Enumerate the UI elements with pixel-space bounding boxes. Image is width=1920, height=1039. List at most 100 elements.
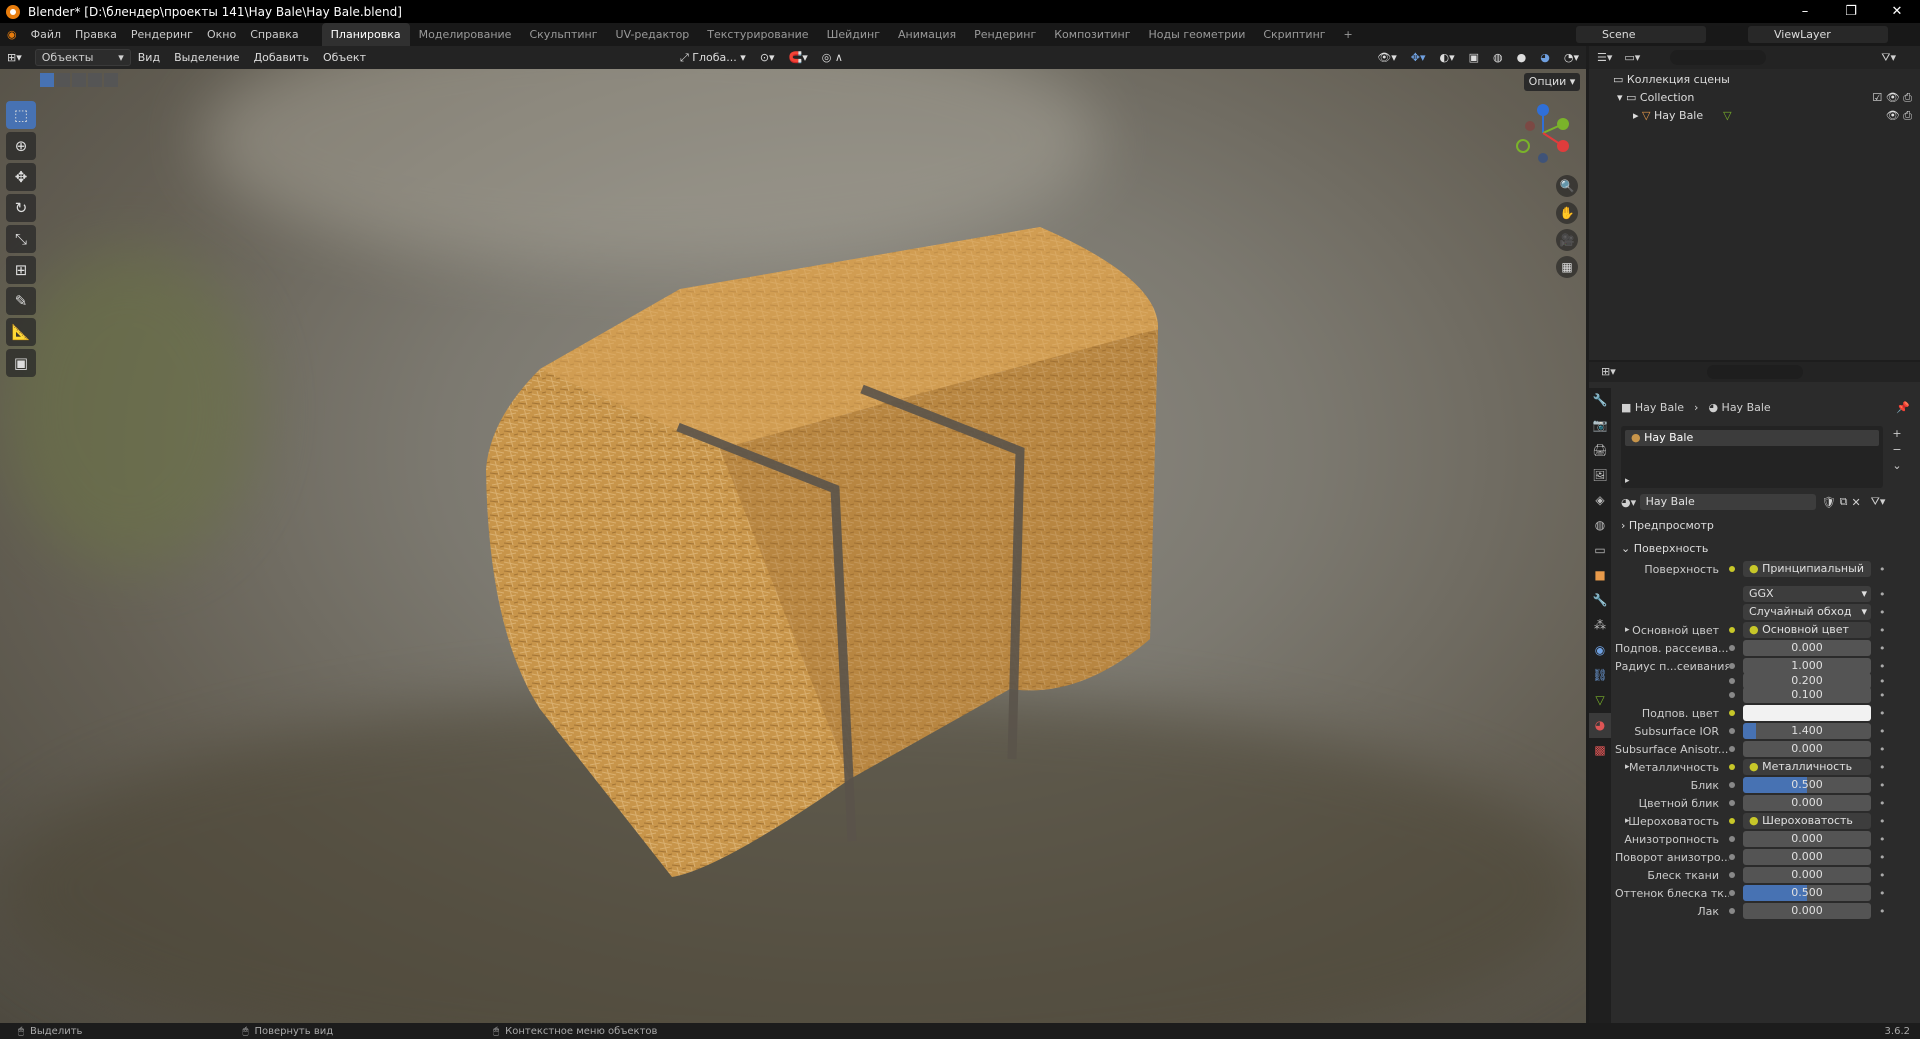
options-dropdown[interactable]: Опции ▾: [1524, 73, 1580, 91]
preview-panel-header[interactable]: › Предпросмотр: [1621, 516, 1920, 536]
keyframe-dot-icon[interactable]: •: [1879, 815, 1886, 828]
shading-material-icon[interactable]: ◕: [1533, 51, 1557, 64]
xray-icon[interactable]: ▣: [1462, 51, 1486, 64]
socket-icon[interactable]: [1729, 836, 1735, 842]
keyframe-dot-icon[interactable]: •: [1879, 743, 1886, 756]
properties-editor-icon[interactable]: ⊞▾: [1601, 365, 1616, 378]
select-dropdown[interactable]: GGX ▾: [1743, 586, 1871, 602]
number-slider[interactable]: 0.000: [1743, 831, 1871, 847]
keyframe-dot-icon[interactable]: •: [1879, 779, 1886, 792]
measure-tool-icon[interactable]: 📐: [6, 318, 36, 346]
move-tool-icon[interactable]: ✥: [6, 163, 36, 191]
tab-texture-paint[interactable]: Текстурирование: [698, 23, 817, 46]
menu-add[interactable]: Добавить: [247, 51, 316, 64]
filter-icon[interactable]: ⛛▾: [1881, 51, 1896, 65]
tab-uv-editing[interactable]: UV-редактор: [607, 23, 699, 46]
keyframe-dot-icon[interactable]: •: [1879, 851, 1886, 864]
duplicate-material-icon[interactable]: ⧉: [1840, 495, 1848, 509]
close-button[interactable]: ✕: [1874, 0, 1920, 23]
add-cube-tool-icon[interactable]: ▣: [6, 349, 36, 377]
scene-selector[interactable]: Scene: [1576, 26, 1706, 43]
socket-icon[interactable]: [1729, 818, 1735, 824]
editor-type-icon[interactable]: ⊞▾: [0, 51, 29, 64]
menu-file[interactable]: Файл: [24, 23, 68, 46]
texture-tab-icon[interactable]: ▩: [1589, 738, 1611, 763]
remove-slot-icon[interactable]: −: [1887, 442, 1907, 458]
overlay-icon[interactable]: ◐▾: [1433, 51, 1462, 64]
number-slider[interactable]: 0.000: [1743, 849, 1871, 865]
outliner-row-scene-collection[interactable]: ▭ Коллекция сцены: [1589, 71, 1920, 89]
socket-icon[interactable]: [1729, 692, 1735, 698]
tab-sculpting[interactable]: Скульптинг: [520, 23, 606, 46]
keyframe-dot-icon[interactable]: •: [1879, 660, 1886, 673]
constraints-tab-icon[interactable]: ⛓: [1589, 663, 1611, 688]
world-tab-icon[interactable]: ◍: [1589, 513, 1611, 538]
rotate-tool-icon[interactable]: ↻: [6, 194, 36, 222]
modifier-tab-icon[interactable]: 🔧: [1589, 588, 1611, 613]
select-box-tool-icon[interactable]: ⬚: [6, 101, 36, 129]
view-layer-tab-icon[interactable]: 🖼: [1589, 463, 1611, 488]
display-mode-icon[interactable]: ▭▾: [1624, 51, 1640, 64]
tab-layout[interactable]: Планировка: [321, 23, 410, 46]
socket-icon[interactable]: [1729, 890, 1735, 896]
minimize-button[interactable]: –: [1782, 0, 1828, 23]
render-tab-icon[interactable]: 📷: [1589, 413, 1611, 438]
select-new-icon[interactable]: [40, 73, 54, 87]
menu-render[interactable]: Рендеринг: [124, 23, 200, 46]
menu-edit[interactable]: Правка: [68, 23, 124, 46]
tab-geometry-nodes[interactable]: Ноды геометрии: [1140, 23, 1255, 46]
keyframe-dot-icon[interactable]: •: [1879, 606, 1886, 619]
socket-icon[interactable]: [1729, 854, 1735, 860]
keyframe-dot-icon[interactable]: •: [1879, 725, 1886, 738]
view-layer-selector[interactable]: ViewLayer: [1748, 26, 1888, 43]
cursor-tool-icon[interactable]: ⊕: [6, 132, 36, 160]
tab-scripting[interactable]: Скриптинг: [1254, 23, 1334, 46]
number-slider[interactable]: 1.400: [1743, 723, 1871, 739]
properties-search-input[interactable]: [1707, 365, 1803, 379]
socket-icon[interactable]: [1729, 678, 1735, 684]
keyframe-dot-icon[interactable]: •: [1879, 689, 1886, 702]
tab-shading[interactable]: Шейдинг: [818, 23, 889, 46]
navigation-gizmo[interactable]: [1508, 98, 1578, 168]
keyframe-dot-icon[interactable]: •: [1879, 624, 1886, 637]
object-mode-select[interactable]: Объекты ▾: [34, 49, 131, 66]
tool-tab-icon[interactable]: 🔧: [1589, 388, 1611, 413]
hay-bale-model[interactable]: [0, 69, 1586, 1023]
expand-arrow-icon[interactable]: ▾: [1617, 89, 1626, 107]
material-name-field[interactable]: Hay Bale: [1639, 494, 1816, 510]
surface-panel-header[interactable]: ⌄ Поверхность: [1621, 539, 1920, 559]
fake-user-icon[interactable]: 🛡: [1822, 496, 1836, 509]
camera-view-icon[interactable]: 🎥: [1556, 229, 1578, 251]
transform-orientation-select[interactable]: ⤢ Глоба... ▾: [673, 51, 753, 65]
menu-view[interactable]: Вид: [131, 51, 167, 64]
output-tab-icon[interactable]: 🖨: [1589, 438, 1611, 463]
zoom-icon[interactable]: 🔍: [1556, 175, 1578, 197]
scale-tool-icon[interactable]: ⤡: [6, 225, 36, 253]
linked-input-field[interactable]: ● Основной цвет: [1743, 622, 1871, 638]
menu-window[interactable]: Окно: [200, 23, 243, 46]
expand-arrow-icon[interactable]: ▸: [1633, 107, 1642, 125]
pin-icon[interactable]: 📌: [1896, 401, 1910, 414]
object-tab-icon[interactable]: ■: [1589, 563, 1611, 588]
keyframe-dot-icon[interactable]: •: [1879, 797, 1886, 810]
shading-wireframe-icon[interactable]: ◍: [1486, 51, 1510, 64]
keyframe-dot-icon[interactable]: •: [1879, 761, 1886, 774]
subsurface-color-swatch[interactable]: [1743, 705, 1871, 721]
tab-compositing[interactable]: Композитинг: [1045, 23, 1139, 46]
socket-icon[interactable]: [1729, 746, 1735, 752]
outliner-search-input[interactable]: [1670, 50, 1767, 65]
socket-icon[interactable]: [1729, 872, 1735, 878]
menu-object[interactable]: Объект: [316, 51, 373, 64]
keyframe-dot-icon[interactable]: •: [1879, 707, 1886, 720]
ortho-grid-icon[interactable]: ▦: [1556, 256, 1578, 278]
pan-hand-icon[interactable]: ✋: [1556, 202, 1578, 224]
physics-tab-icon[interactable]: ◉: [1589, 638, 1611, 663]
socket-icon[interactable]: [1729, 710, 1735, 716]
keyframe-dot-icon[interactable]: •: [1879, 642, 1886, 655]
proportional-edit-icon[interactable]: ◎ ∧: [815, 51, 850, 64]
material-tab-icon[interactable]: ◕: [1589, 713, 1611, 738]
menu-select[interactable]: Выделение: [167, 51, 247, 64]
socket-icon[interactable]: [1729, 627, 1735, 633]
menu-help[interactable]: Справка: [243, 23, 305, 46]
select-intersect-icon[interactable]: [104, 73, 118, 87]
